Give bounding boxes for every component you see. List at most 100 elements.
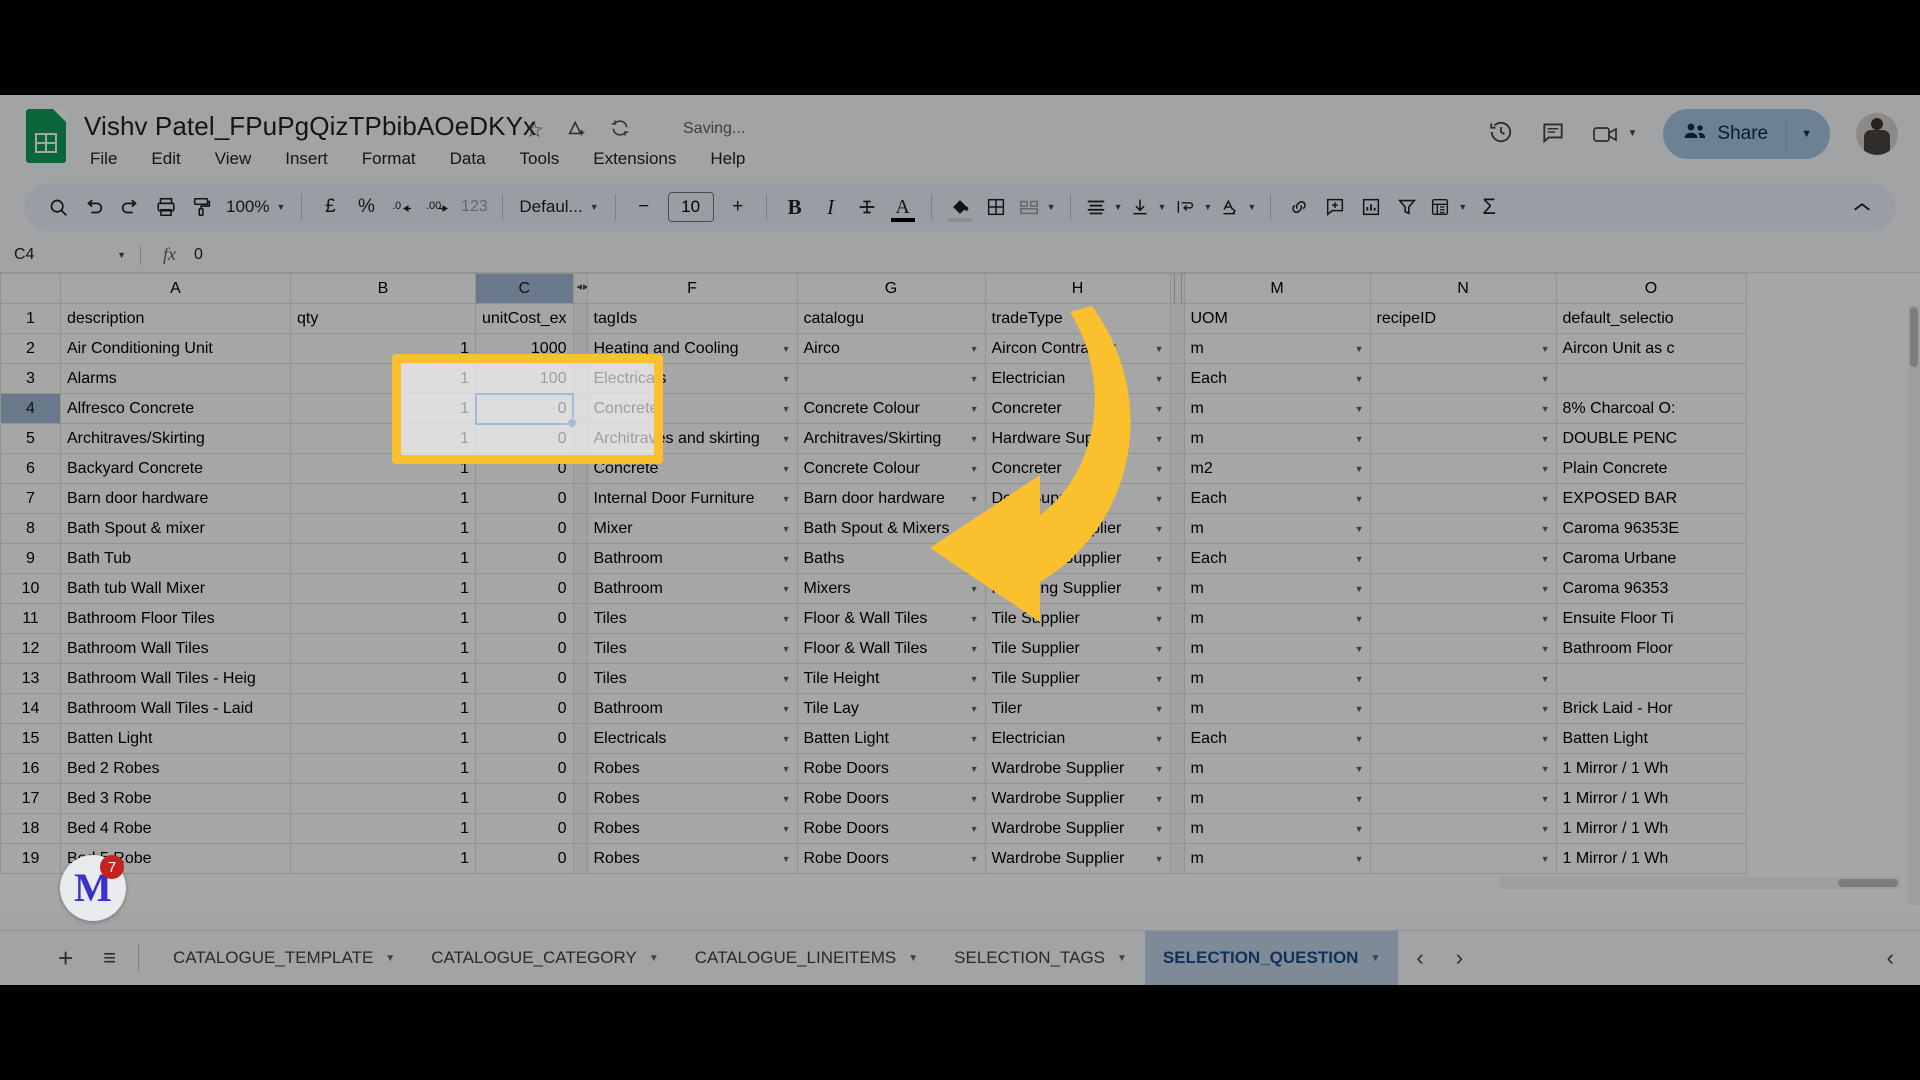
cell-C8[interactable]: 0 bbox=[475, 513, 574, 544]
side-panel-toggle[interactable]: ‹ bbox=[1887, 945, 1894, 971]
chevron-down-icon[interactable]: ▼ bbox=[1355, 644, 1364, 654]
cell-O18[interactable]: 1 Mirror / 1 Wh bbox=[1555, 813, 1747, 844]
chevron-down-icon[interactable]: ▼ bbox=[1541, 854, 1550, 864]
table-row[interactable]: 16 Bed 2 Robes 1 0 Robes ▼ Robe Doors ▼ Wardrobe… bbox=[0, 753, 1747, 784]
cell-M18[interactable]: m ▼ bbox=[1183, 813, 1371, 844]
chevron-down-icon[interactable]: ▼ bbox=[782, 464, 791, 474]
horizontal-align-button[interactable]: ▼ bbox=[1081, 189, 1127, 225]
chevron-down-icon[interactable]: ▼ bbox=[970, 644, 979, 654]
cell-G18[interactable]: Robe Doors ▼ bbox=[796, 813, 986, 844]
chevron-down-icon[interactable]: ▼ bbox=[970, 434, 979, 444]
cell-A1[interactable]: description bbox=[60, 303, 291, 334]
chevron-down-icon[interactable]: ▼ bbox=[970, 344, 979, 354]
chevron-down-icon[interactable]: ▼ bbox=[1541, 464, 1550, 474]
cell-H16[interactable]: Wardrobe Supplier ▼ bbox=[984, 753, 1171, 784]
cell-N7[interactable]: ▼ bbox=[1369, 483, 1557, 514]
cell-H8[interactable]: Plumbing Supplier ▼ bbox=[984, 513, 1171, 544]
row-header[interactable]: 7 bbox=[0, 483, 61, 514]
cell-N11[interactable]: ▼ bbox=[1369, 603, 1557, 634]
chevron-down-icon[interactable]: ▼ bbox=[1541, 794, 1550, 804]
cell-M6[interactable]: m2 ▼ bbox=[1183, 453, 1371, 484]
chevron-down-icon[interactable]: ▼ bbox=[782, 644, 791, 654]
chevron-down-icon[interactable]: ▼ bbox=[1355, 344, 1364, 354]
chevron-down-icon[interactable]: ▼ bbox=[117, 250, 126, 260]
cell-N1[interactable]: recipeID bbox=[1369, 303, 1557, 334]
table-row[interactable]: 7 Barn door hardware 1 0 Internal Door Furni… bbox=[0, 483, 1747, 514]
comment-icon[interactable] bbox=[1540, 119, 1566, 150]
redo-icon[interactable] bbox=[112, 189, 148, 225]
chevron-down-icon[interactable]: ▼ bbox=[1355, 764, 1364, 774]
cell-G19[interactable]: Robe Doors ▼ bbox=[796, 843, 986, 874]
cell-B17[interactable]: 1 bbox=[290, 783, 476, 814]
cell-G15[interactable]: Batten Light ▼ bbox=[796, 723, 986, 754]
cell-A13[interactable]: Bathroom Wall Tiles - Heig bbox=[60, 663, 291, 694]
cell-H13[interactable]: Tile Supplier ▼ bbox=[984, 663, 1171, 694]
formula-input[interactable]: 0 bbox=[194, 246, 203, 264]
chevron-down-icon[interactable]: ▼ bbox=[782, 734, 791, 744]
cell-H6[interactable]: Concreter ▼ bbox=[984, 453, 1171, 484]
chevron-down-icon[interactable]: ▼ bbox=[1155, 674, 1164, 684]
cell-F15[interactable]: Electricals ▼ bbox=[586, 723, 798, 754]
chevron-down-icon[interactable]: ▼ bbox=[1155, 734, 1164, 744]
decrease-decimal-button[interactable]: .0 bbox=[384, 189, 420, 225]
chevron-down-icon[interactable]: ▼ bbox=[782, 374, 791, 384]
chevron-down-icon[interactable]: ▼ bbox=[970, 614, 979, 624]
chevron-down-icon[interactable]: ▼ bbox=[1355, 734, 1364, 744]
chevron-down-icon[interactable]: ▼ bbox=[970, 764, 979, 774]
cell-H15[interactable]: Electrician ▼ bbox=[984, 723, 1171, 754]
spreadsheet-grid[interactable]: A B C ◂▸ F G H M N O 1descriptionqtyunit… bbox=[0, 273, 1920, 913]
cell-C4[interactable]: 0 bbox=[475, 393, 574, 424]
table-row[interactable]: 17 Bed 3 Robe 1 0 Robes ▼ Robe Doors ▼ Wardrobe … bbox=[0, 783, 1747, 814]
chevron-down-icon[interactable]: ▼ bbox=[1355, 704, 1364, 714]
chevron-down-icon[interactable]: ▼ bbox=[970, 464, 979, 474]
row-header[interactable]: 15 bbox=[0, 723, 61, 754]
chevron-down-icon[interactable]: ▼ bbox=[1541, 764, 1550, 774]
cell-O8[interactable]: Caroma 96353E bbox=[1555, 513, 1747, 544]
cell-O1[interactable]: default_selectio bbox=[1555, 303, 1747, 334]
cell-B4[interactable]: 1 bbox=[290, 393, 476, 424]
cell-O17[interactable]: 1 Mirror / 1 Wh bbox=[1555, 783, 1747, 814]
column-header-h[interactable]: H bbox=[984, 273, 1171, 304]
menu-insert[interactable]: Insert bbox=[279, 147, 334, 171]
cell-H11[interactable]: Tile Supplier ▼ bbox=[984, 603, 1171, 634]
cell-H17[interactable]: Wardrobe Supplier ▼ bbox=[984, 783, 1171, 814]
column-header-c[interactable]: C bbox=[475, 273, 574, 304]
cell-A11[interactable]: Bathroom Floor Tiles bbox=[60, 603, 291, 634]
chevron-down-icon[interactable]: ▼ bbox=[782, 554, 791, 564]
chevron-down-icon[interactable]: ▼ bbox=[1355, 374, 1364, 384]
table-row[interactable]: 8 Bath Spout & mixer 1 0 Mixer ▼ Bath Spout & … bbox=[0, 513, 1747, 544]
table-row[interactable]: 12 Bathroom Wall Tiles 1 0 Tiles ▼ Floor & Wal… bbox=[0, 633, 1747, 664]
vertical-scrollbar[interactable] bbox=[1908, 305, 1920, 905]
cell-H7[interactable]: Door Supplier ▼ bbox=[984, 483, 1171, 514]
chevron-down-icon[interactable]: ▼ bbox=[1541, 644, 1550, 654]
cell-O16[interactable]: 1 Mirror / 1 Wh bbox=[1555, 753, 1747, 784]
table-row[interactable]: 11 Bathroom Floor Tiles 1 0 Tiles ▼ Floor & Wa… bbox=[0, 603, 1747, 634]
row-header[interactable]: 3 bbox=[0, 363, 61, 394]
cell-G12[interactable]: Floor & Wall Tiles ▼ bbox=[796, 633, 986, 664]
cell-H12[interactable]: Tile Supplier ▼ bbox=[984, 633, 1171, 664]
row-header[interactable]: 9 bbox=[0, 543, 61, 574]
cell-F17[interactable]: Robes ▼ bbox=[586, 783, 798, 814]
cell-B7[interactable]: 1 bbox=[290, 483, 476, 514]
collapse-toolbar-button[interactable] bbox=[1844, 189, 1880, 225]
cell-M17[interactable]: m ▼ bbox=[1183, 783, 1371, 814]
cell-A8[interactable]: Bath Spout & mixer bbox=[60, 513, 291, 544]
chevron-down-icon[interactable]: ▼ bbox=[782, 524, 791, 534]
chevron-down-icon[interactable]: ▼ bbox=[1155, 374, 1164, 384]
cell-C15[interactable]: 0 bbox=[475, 723, 574, 754]
cell-N3[interactable]: ▼ bbox=[1369, 363, 1557, 394]
chevron-down-icon[interactable]: ▼ bbox=[1155, 524, 1164, 534]
cell-H1[interactable]: tradeType bbox=[984, 303, 1171, 334]
cell-A14[interactable]: Bathroom Wall Tiles - Laid bbox=[60, 693, 291, 724]
chevron-down-icon[interactable]: ▼ bbox=[1355, 614, 1364, 624]
cell-F6[interactable]: Concrete ▼ bbox=[586, 453, 798, 484]
cell-C18[interactable]: 0 bbox=[475, 813, 574, 844]
cell-G2[interactable]: Airco ▼ bbox=[796, 333, 986, 364]
chevron-down-icon[interactable]: ▼ bbox=[1370, 953, 1380, 964]
chevron-down-icon[interactable]: ▼ bbox=[1541, 674, 1550, 684]
meet-camera-icon[interactable]: ▼ bbox=[1592, 123, 1637, 145]
chevron-down-icon[interactable]: ▼ bbox=[970, 554, 979, 564]
chevron-down-icon[interactable]: ▼ bbox=[1541, 344, 1550, 354]
cell-M15[interactable]: Each ▼ bbox=[1183, 723, 1371, 754]
cell-G16[interactable]: Robe Doors ▼ bbox=[796, 753, 986, 784]
